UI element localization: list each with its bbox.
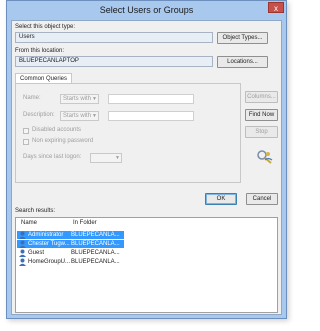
dialog-body: Select this object type: Users Object Ty… — [11, 20, 282, 315]
disabled-accounts-label: Disabled accounts — [32, 127, 82, 133]
name-mode-value: Starts with — [63, 96, 92, 102]
common-queries-panel: Name: Starts with ▼ Description: Starts … — [15, 83, 241, 183]
chevron-down-icon: ▼ — [115, 155, 120, 161]
description-label: Description: — [23, 112, 55, 118]
result-folder: BLUEPECANLA... — [71, 250, 120, 256]
name-input[interactable] — [108, 94, 194, 104]
user-icon — [19, 249, 26, 257]
result-name: Guest — [28, 250, 45, 256]
result-folder: BLUEPECANLA... — [71, 232, 120, 238]
stop-button[interactable]: Stop — [245, 126, 278, 138]
result-name: Administrator — [28, 232, 64, 238]
result-row[interactable]: HomeGroupU... BLUEPECANLA... — [17, 258, 124, 266]
object-type-field: Users — [15, 32, 213, 43]
locations-button[interactable]: Locations... — [217, 56, 268, 68]
result-folder: BLUEPECANLA... — [71, 241, 120, 247]
name-mode-select[interactable]: Starts with ▼ — [60, 94, 99, 104]
search-results-label: Search results: — [15, 208, 56, 214]
non-expiring-label: Non expiring password — [32, 138, 94, 144]
days-select[interactable]: ▼ — [90, 153, 122, 163]
result-row[interactable]: Chester Tugw... BLUEPECANLA... — [17, 240, 124, 248]
location-label: From this location: — [15, 48, 65, 54]
search-results-list[interactable]: Name In Folder Administrator BLUEPECANLA… — [15, 217, 278, 313]
object-types-button[interactable]: Object Types... — [217, 32, 268, 44]
disabled-accounts-checkbox[interactable] — [23, 128, 29, 134]
title-bar[interactable]: Select Users or Groups x — [7, 1, 286, 20]
chevron-down-icon: ▼ — [92, 96, 97, 102]
user-icon — [19, 240, 26, 248]
column-header-folder[interactable]: In Folder — [73, 220, 97, 226]
non-expiring-checkbox[interactable] — [23, 139, 29, 145]
result-row[interactable]: Administrator BLUEPECANLA... — [17, 231, 124, 239]
days-label: Days since last logon: — [23, 154, 82, 160]
object-type-label: Select this object type: — [15, 24, 76, 30]
result-name: HomeGroupU... — [28, 259, 71, 265]
description-mode-value: Starts with — [63, 113, 92, 119]
description-input[interactable] — [108, 111, 194, 121]
window-title: Select Users or Groups — [99, 5, 194, 15]
cancel-button[interactable]: Cancel — [246, 193, 278, 205]
ok-button[interactable]: OK — [205, 193, 237, 205]
location-field: BLUEPECANLAPTOP — [15, 56, 213, 67]
description-mode-select[interactable]: Starts with ▼ — [60, 111, 99, 121]
chevron-down-icon: ▼ — [92, 113, 97, 119]
dialog-window: Select Users or Groups x Select this obj… — [6, 0, 287, 319]
column-header-name[interactable]: Name — [21, 220, 37, 226]
name-label: Name: — [23, 95, 41, 101]
result-row[interactable]: Guest BLUEPECANLA... — [17, 249, 124, 257]
search-users-icon — [257, 150, 273, 164]
close-button[interactable]: x — [268, 2, 284, 13]
result-folder: BLUEPECANLA... — [71, 259, 120, 265]
find-now-button[interactable]: Find Now — [245, 109, 278, 121]
user-icon — [19, 258, 26, 266]
user-icon — [19, 231, 26, 239]
result-name: Chester Tugw... — [28, 241, 70, 247]
columns-button[interactable]: Columns... — [245, 91, 278, 103]
